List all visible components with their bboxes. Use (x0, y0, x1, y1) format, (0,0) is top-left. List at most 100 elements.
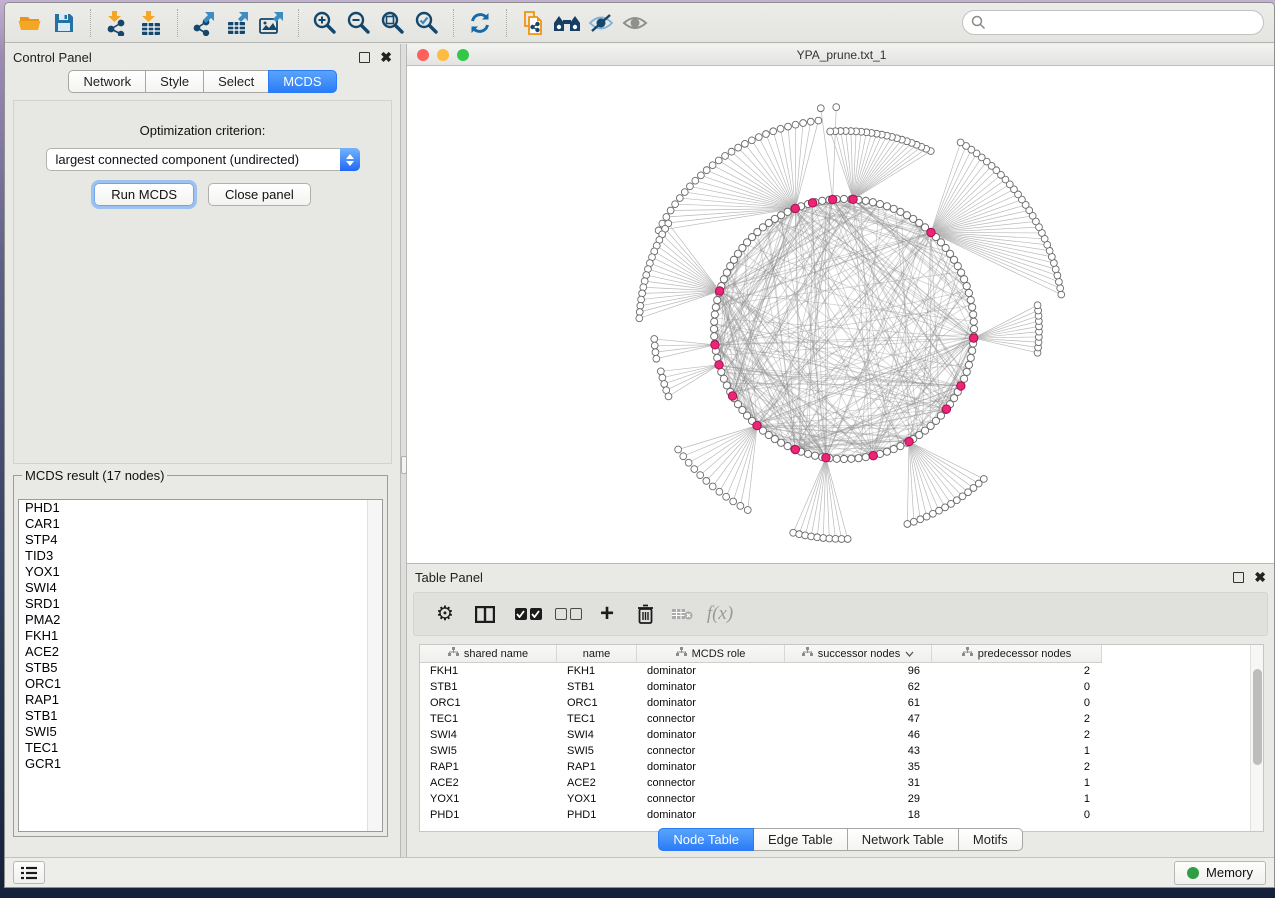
mcds-result-item[interactable]: SWI4 (19, 580, 382, 596)
table-scrollbar[interactable] (1250, 645, 1263, 831)
table-cell[interactable]: YOX1 (420, 791, 557, 807)
close-panel-button[interactable]: Close panel (208, 183, 311, 206)
column-header-successor-nodes[interactable]: successor nodes (785, 645, 932, 663)
mcds-result-item[interactable]: TID3 (19, 548, 382, 564)
table-cell[interactable]: STB1 (420, 679, 557, 695)
table-cell[interactable]: 61 (785, 695, 932, 711)
mcds-result-item[interactable]: YOX1 (19, 564, 382, 580)
table-cell[interactable]: ORC1 (557, 695, 637, 711)
search-input[interactable] (962, 10, 1264, 35)
table-cell[interactable]: SWI4 (557, 727, 637, 743)
table-cell[interactable]: 0 (932, 679, 1102, 695)
zoom-fit-icon[interactable] (376, 7, 410, 39)
table-cell[interactable]: 1 (932, 791, 1102, 807)
mcds-list-scrollbar[interactable] (367, 500, 382, 831)
table-cell[interactable]: dominator (637, 679, 785, 695)
mcds-result-item[interactable]: STB1 (19, 708, 382, 724)
mcds-result-list[interactable]: PHD1CAR1STP4TID3YOX1SWI4SRD1PMA2FKH1ACE2… (18, 499, 383, 832)
tab-network[interactable]: Network (68, 70, 146, 93)
import-table-icon[interactable] (134, 7, 168, 39)
table-cell[interactable]: ACE2 (420, 775, 557, 791)
table-cell[interactable]: ORC1 (420, 695, 557, 711)
mcds-result-item[interactable]: ACE2 (19, 644, 382, 660)
table-row[interactable]: SWI4SWI4dominator462 (420, 727, 1263, 743)
table-cell[interactable]: connector (637, 711, 785, 727)
table-settings-gear-icon[interactable]: ⚙ (428, 599, 462, 629)
close-table-panel-icon[interactable]: ✖ (1254, 572, 1266, 583)
column-header-name[interactable]: name (557, 645, 637, 663)
network-graph[interactable] (407, 66, 1275, 563)
table-cell[interactable]: 46 (785, 727, 932, 743)
table-cell[interactable]: dominator (637, 727, 785, 743)
table-cell[interactable]: dominator (637, 807, 785, 823)
table-cell[interactable]: dominator (637, 759, 785, 775)
table-row[interactable]: FKH1FKH1dominator962 (420, 663, 1263, 679)
column-header-MCDS-role[interactable]: MCDS role (637, 645, 785, 663)
table-cell[interactable]: SWI5 (557, 743, 637, 759)
network-canvas[interactable] (407, 66, 1275, 563)
table-cell[interactable]: 31 (785, 775, 932, 791)
mcds-result-item[interactable]: PMA2 (19, 612, 382, 628)
table-cell[interactable]: PHD1 (420, 807, 557, 823)
memory-button[interactable]: Memory (1174, 861, 1266, 885)
table-cell[interactable]: RAP1 (557, 759, 637, 775)
table-row[interactable]: ORC1ORC1dominator610 (420, 695, 1263, 711)
table-cell[interactable]: 62 (785, 679, 932, 695)
export-image-icon[interactable] (255, 7, 289, 39)
mcds-result-item[interactable]: SRD1 (19, 596, 382, 612)
table-cell[interactable]: 0 (932, 807, 1102, 823)
column-header-predecessor-nodes[interactable]: predecessor nodes (932, 645, 1102, 663)
mcds-result-item[interactable]: STP4 (19, 532, 382, 548)
table-cell[interactable]: 0 (932, 695, 1102, 711)
deselect-all-rows-icon[interactable] (548, 599, 588, 629)
select-all-rows-icon[interactable] (508, 599, 548, 629)
duplicate-network-icon[interactable] (516, 7, 550, 39)
table-cell[interactable]: 1 (932, 775, 1102, 791)
table-cell[interactable]: dominator (637, 663, 785, 679)
table-cell[interactable]: FKH1 (557, 663, 637, 679)
hide-selected-icon[interactable] (584, 7, 618, 39)
table-cell[interactable]: connector (637, 791, 785, 807)
table-row[interactable]: TEC1TEC1connector472 (420, 711, 1263, 727)
mcds-result-item[interactable]: SWI5 (19, 724, 382, 740)
float-panel-icon[interactable] (359, 52, 370, 63)
table-cell[interactable]: SWI4 (420, 727, 557, 743)
table-cell[interactable]: TEC1 (420, 711, 557, 727)
table-cell[interactable]: 35 (785, 759, 932, 775)
tab-select[interactable]: Select (203, 70, 269, 93)
table-cell[interactable]: 43 (785, 743, 932, 759)
table-cell[interactable]: PHD1 (557, 807, 637, 823)
table-cell[interactable]: 2 (932, 711, 1102, 727)
table-cell[interactable]: STB1 (557, 679, 637, 695)
table-cell[interactable]: connector (637, 775, 785, 791)
table-scrollbar-thumb[interactable] (1253, 669, 1262, 765)
zoom-in-icon[interactable] (308, 7, 342, 39)
table-row[interactable]: RAP1RAP1dominator352 (420, 759, 1263, 775)
close-panel-icon[interactable]: ✖ (380, 52, 392, 63)
table-cell[interactable]: 96 (785, 663, 932, 679)
table-row[interactable]: SWI5SWI5connector431 (420, 743, 1263, 759)
task-history-button[interactable] (13, 861, 45, 884)
table-tab-edge-table[interactable]: Edge Table (753, 828, 848, 851)
table-cell[interactable]: RAP1 (420, 759, 557, 775)
table-cell[interactable]: 2 (932, 727, 1102, 743)
table-cell[interactable]: 2 (932, 663, 1102, 679)
show-columns-icon[interactable] (462, 599, 508, 629)
table-cell[interactable]: 47 (785, 711, 932, 727)
mcds-result-item[interactable]: TEC1 (19, 740, 382, 756)
mcds-result-item[interactable]: STB5 (19, 660, 382, 676)
mcds-result-item[interactable]: PHD1 (19, 500, 382, 516)
tab-style[interactable]: Style (145, 70, 204, 93)
mcds-result-item[interactable]: RAP1 (19, 692, 382, 708)
delete-column-trash-icon[interactable] (626, 599, 664, 629)
mcds-result-item[interactable]: ORC1 (19, 676, 382, 692)
export-table-icon[interactable] (221, 7, 255, 39)
table-cell[interactable]: ACE2 (557, 775, 637, 791)
run-mcds-button[interactable]: Run MCDS (94, 183, 194, 206)
table-tab-network-table[interactable]: Network Table (847, 828, 959, 851)
table-cell[interactable]: SWI5 (420, 743, 557, 759)
tab-mcds[interactable]: MCDS (268, 70, 336, 93)
mcds-result-item[interactable]: CAR1 (19, 516, 382, 532)
table-tab-node-table[interactable]: Node Table (658, 828, 754, 851)
table-cell[interactable]: TEC1 (557, 711, 637, 727)
